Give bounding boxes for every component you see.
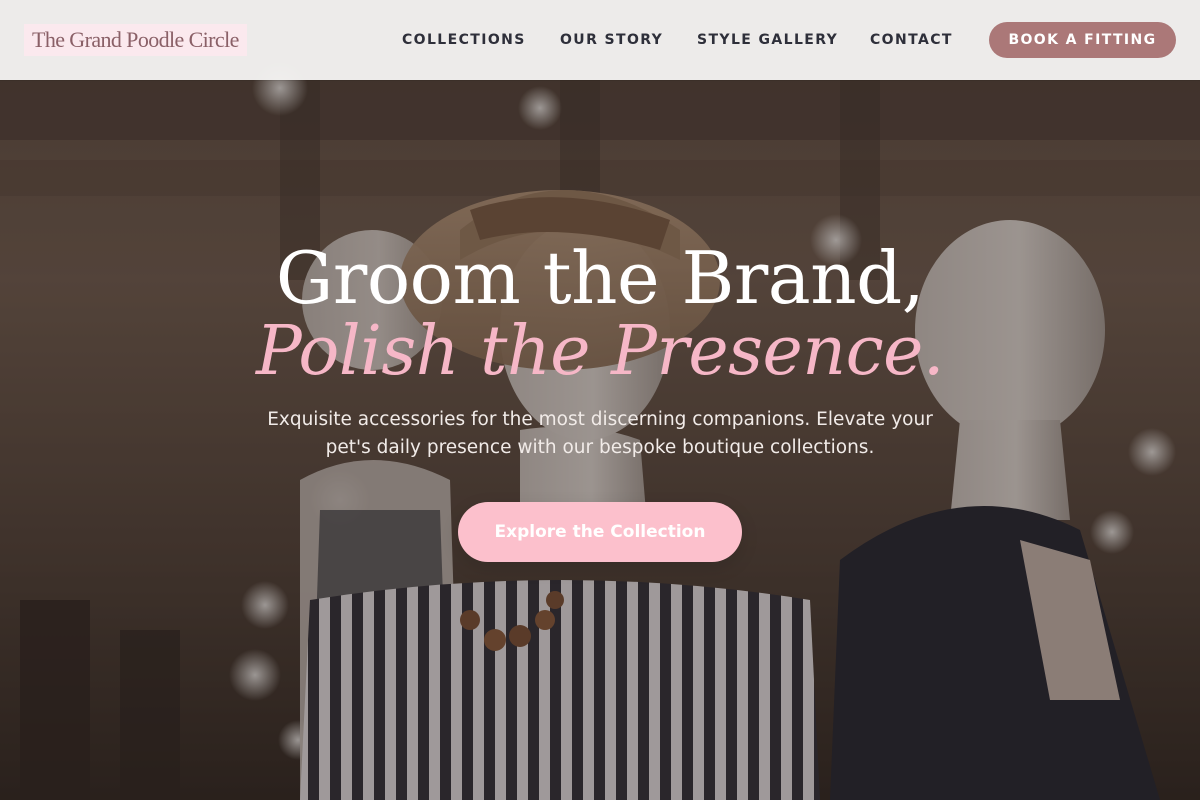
hero-background bbox=[0, 0, 1200, 800]
nav-link-collections[interactable]: COLLECTIONS bbox=[402, 30, 526, 50]
nav-link-our-story[interactable]: OUR STORY bbox=[560, 30, 663, 50]
explore-collection-button[interactable]: Explore the Collection bbox=[458, 502, 742, 562]
book-fitting-button[interactable]: BOOK A FITTING bbox=[989, 22, 1176, 58]
site-header: The Grand Poodle Circle COLLECTIONS OUR … bbox=[0, 0, 1200, 80]
hero-headline: Groom the Brand, bbox=[275, 236, 925, 320]
hero-subtext: Exquisite accessories for the most disce… bbox=[267, 409, 933, 458]
brand-logo[interactable]: The Grand Poodle Circle bbox=[24, 24, 247, 56]
hero-dim-overlay bbox=[0, 0, 1200, 800]
hero-headline-accent: Polish the Presence. bbox=[255, 312, 945, 391]
nav-link-style-gallery[interactable]: STYLE GALLERY bbox=[697, 30, 838, 50]
nav-link-contact[interactable]: CONTACT bbox=[870, 30, 953, 50]
